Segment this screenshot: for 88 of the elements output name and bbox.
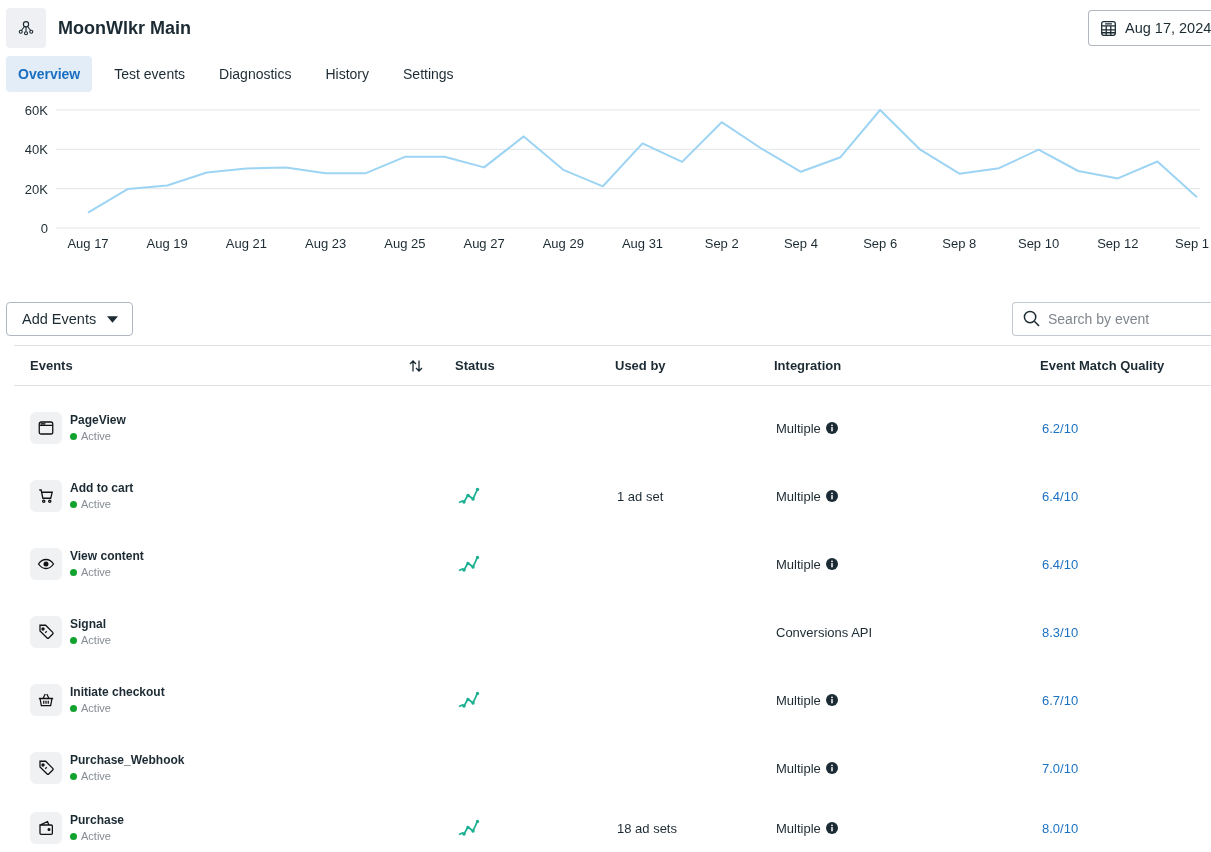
quality-link[interactable]: 8.0/10 <box>1042 820 1079 836</box>
quality-link[interactable]: 6.4/10 <box>1042 556 1079 572</box>
quality-link[interactable]: 6.7/10 <box>1042 692 1079 708</box>
search-field[interactable]: Search by event <box>1012 302 1211 336</box>
column-header: Event Match Quality <box>1040 358 1165 373</box>
x-axis-label: Sep 10 <box>1017 236 1060 251</box>
tab[interactable]: Settings <box>391 56 466 92</box>
caret-icon <box>107 315 119 323</box>
add-events-button[interactable]: Add Events <box>6 302 133 336</box>
column-header: Events <box>30 358 73 373</box>
quality-link[interactable]: 6.4/10 <box>1042 488 1079 504</box>
status-dot-icon <box>70 636 77 644</box>
x-axis-label: Aug 27 <box>463 236 505 251</box>
x-axis-label: Aug 29 <box>542 236 584 251</box>
x-axis-label: Aug 21 <box>225 236 268 251</box>
status-dot-icon <box>70 772 77 780</box>
network-icon <box>6 8 46 48</box>
x-axis-label: Aug 25 <box>384 236 426 251</box>
x-axis-label: Sep 6 <box>863 236 898 251</box>
integration-text: Multiple <box>776 760 821 776</box>
status-dot-icon <box>70 432 77 440</box>
quality-link[interactable]: 6.2/10 <box>1042 420 1079 436</box>
integration-text: Conversions API <box>776 624 873 640</box>
column-header: Integration <box>774 358 842 373</box>
tag-icon <box>30 616 62 648</box>
event-name: Initiate checkout <box>70 685 165 700</box>
event-name: Signal <box>70 617 107 632</box>
tab[interactable]: Diagnostics <box>207 56 304 92</box>
status-dot-icon <box>70 500 77 508</box>
tab[interactable]: History <box>313 56 382 92</box>
page-title: MoonWlkr Main <box>58 17 191 39</box>
search-icon <box>1023 310 1040 327</box>
quality-link[interactable]: 8.3/10 <box>1042 624 1079 640</box>
y-axis-label: 60K <box>24 103 48 118</box>
status-text: Active <box>81 565 111 579</box>
tag-icon <box>30 752 62 784</box>
status-text: Active <box>81 633 111 647</box>
integration-text: Multiple <box>776 820 821 836</box>
wallet-icon <box>30 812 62 844</box>
event-name: Purchase_Webhook <box>70 753 185 768</box>
quality-link[interactable]: 7.0/10 <box>1042 760 1079 776</box>
y-axis-label: 40K <box>24 142 48 158</box>
status-text: Active <box>81 769 111 783</box>
status-text: Active <box>81 497 111 511</box>
cart-icon <box>30 480 62 512</box>
tab[interactable]: Test events <box>102 56 198 92</box>
x-axis-label: Aug 17 <box>67 236 109 251</box>
info-icon[interactable] <box>825 490 838 502</box>
info-icon[interactable] <box>825 558 838 570</box>
event-name: View content <box>70 549 144 564</box>
x-axis-label: Sep 2 <box>704 236 739 251</box>
y-axis-label: 0 <box>40 221 48 236</box>
x-axis-label: Aug 23 <box>305 236 347 251</box>
status-dot-icon <box>70 568 77 576</box>
used-by-text: 18 ad sets <box>617 820 677 836</box>
integration-text: Multiple <box>776 692 821 708</box>
status-text: Active <box>81 429 111 443</box>
date-button[interactable]: Aug 17, 2024 <box>1088 10 1211 46</box>
status-dot-icon <box>70 832 77 840</box>
x-axis-label: Sep 1 <box>1175 236 1209 251</box>
column-header: Used by <box>615 358 666 373</box>
info-icon[interactable] <box>825 762 838 774</box>
x-axis-label: Aug 19 <box>146 236 188 251</box>
status-text: Active <box>81 701 111 715</box>
x-axis-label: Sep 8 <box>942 236 977 251</box>
event-name: Purchase <box>70 813 125 828</box>
x-axis-label: Sep 4 <box>783 236 818 251</box>
sort-icon[interactable] <box>409 359 423 372</box>
column-header: Status <box>455 358 495 373</box>
integration-text: Multiple <box>776 420 821 436</box>
x-axis-label: Aug 31 <box>621 236 664 251</box>
event-name: PageView <box>70 413 126 428</box>
status-dot-icon <box>70 704 77 712</box>
integration-text: Multiple <box>776 556 821 572</box>
x-axis-label: Sep 12 <box>1097 236 1139 251</box>
calendar-icon <box>1100 19 1117 37</box>
info-icon[interactable] <box>825 694 838 706</box>
y-axis-label: 20K <box>24 181 48 197</box>
eye-icon <box>30 548 62 580</box>
status-text: Active <box>81 829 111 843</box>
browser-icon <box>30 412 62 444</box>
tab[interactable]: Overview <box>6 56 93 92</box>
info-icon[interactable] <box>825 422 838 434</box>
basket-icon <box>30 684 62 716</box>
integration-text: Multiple <box>776 488 821 504</box>
event-name: Add to cart <box>70 481 134 496</box>
info-icon[interactable] <box>825 822 838 834</box>
used-by-text: 1 ad set <box>617 488 664 504</box>
